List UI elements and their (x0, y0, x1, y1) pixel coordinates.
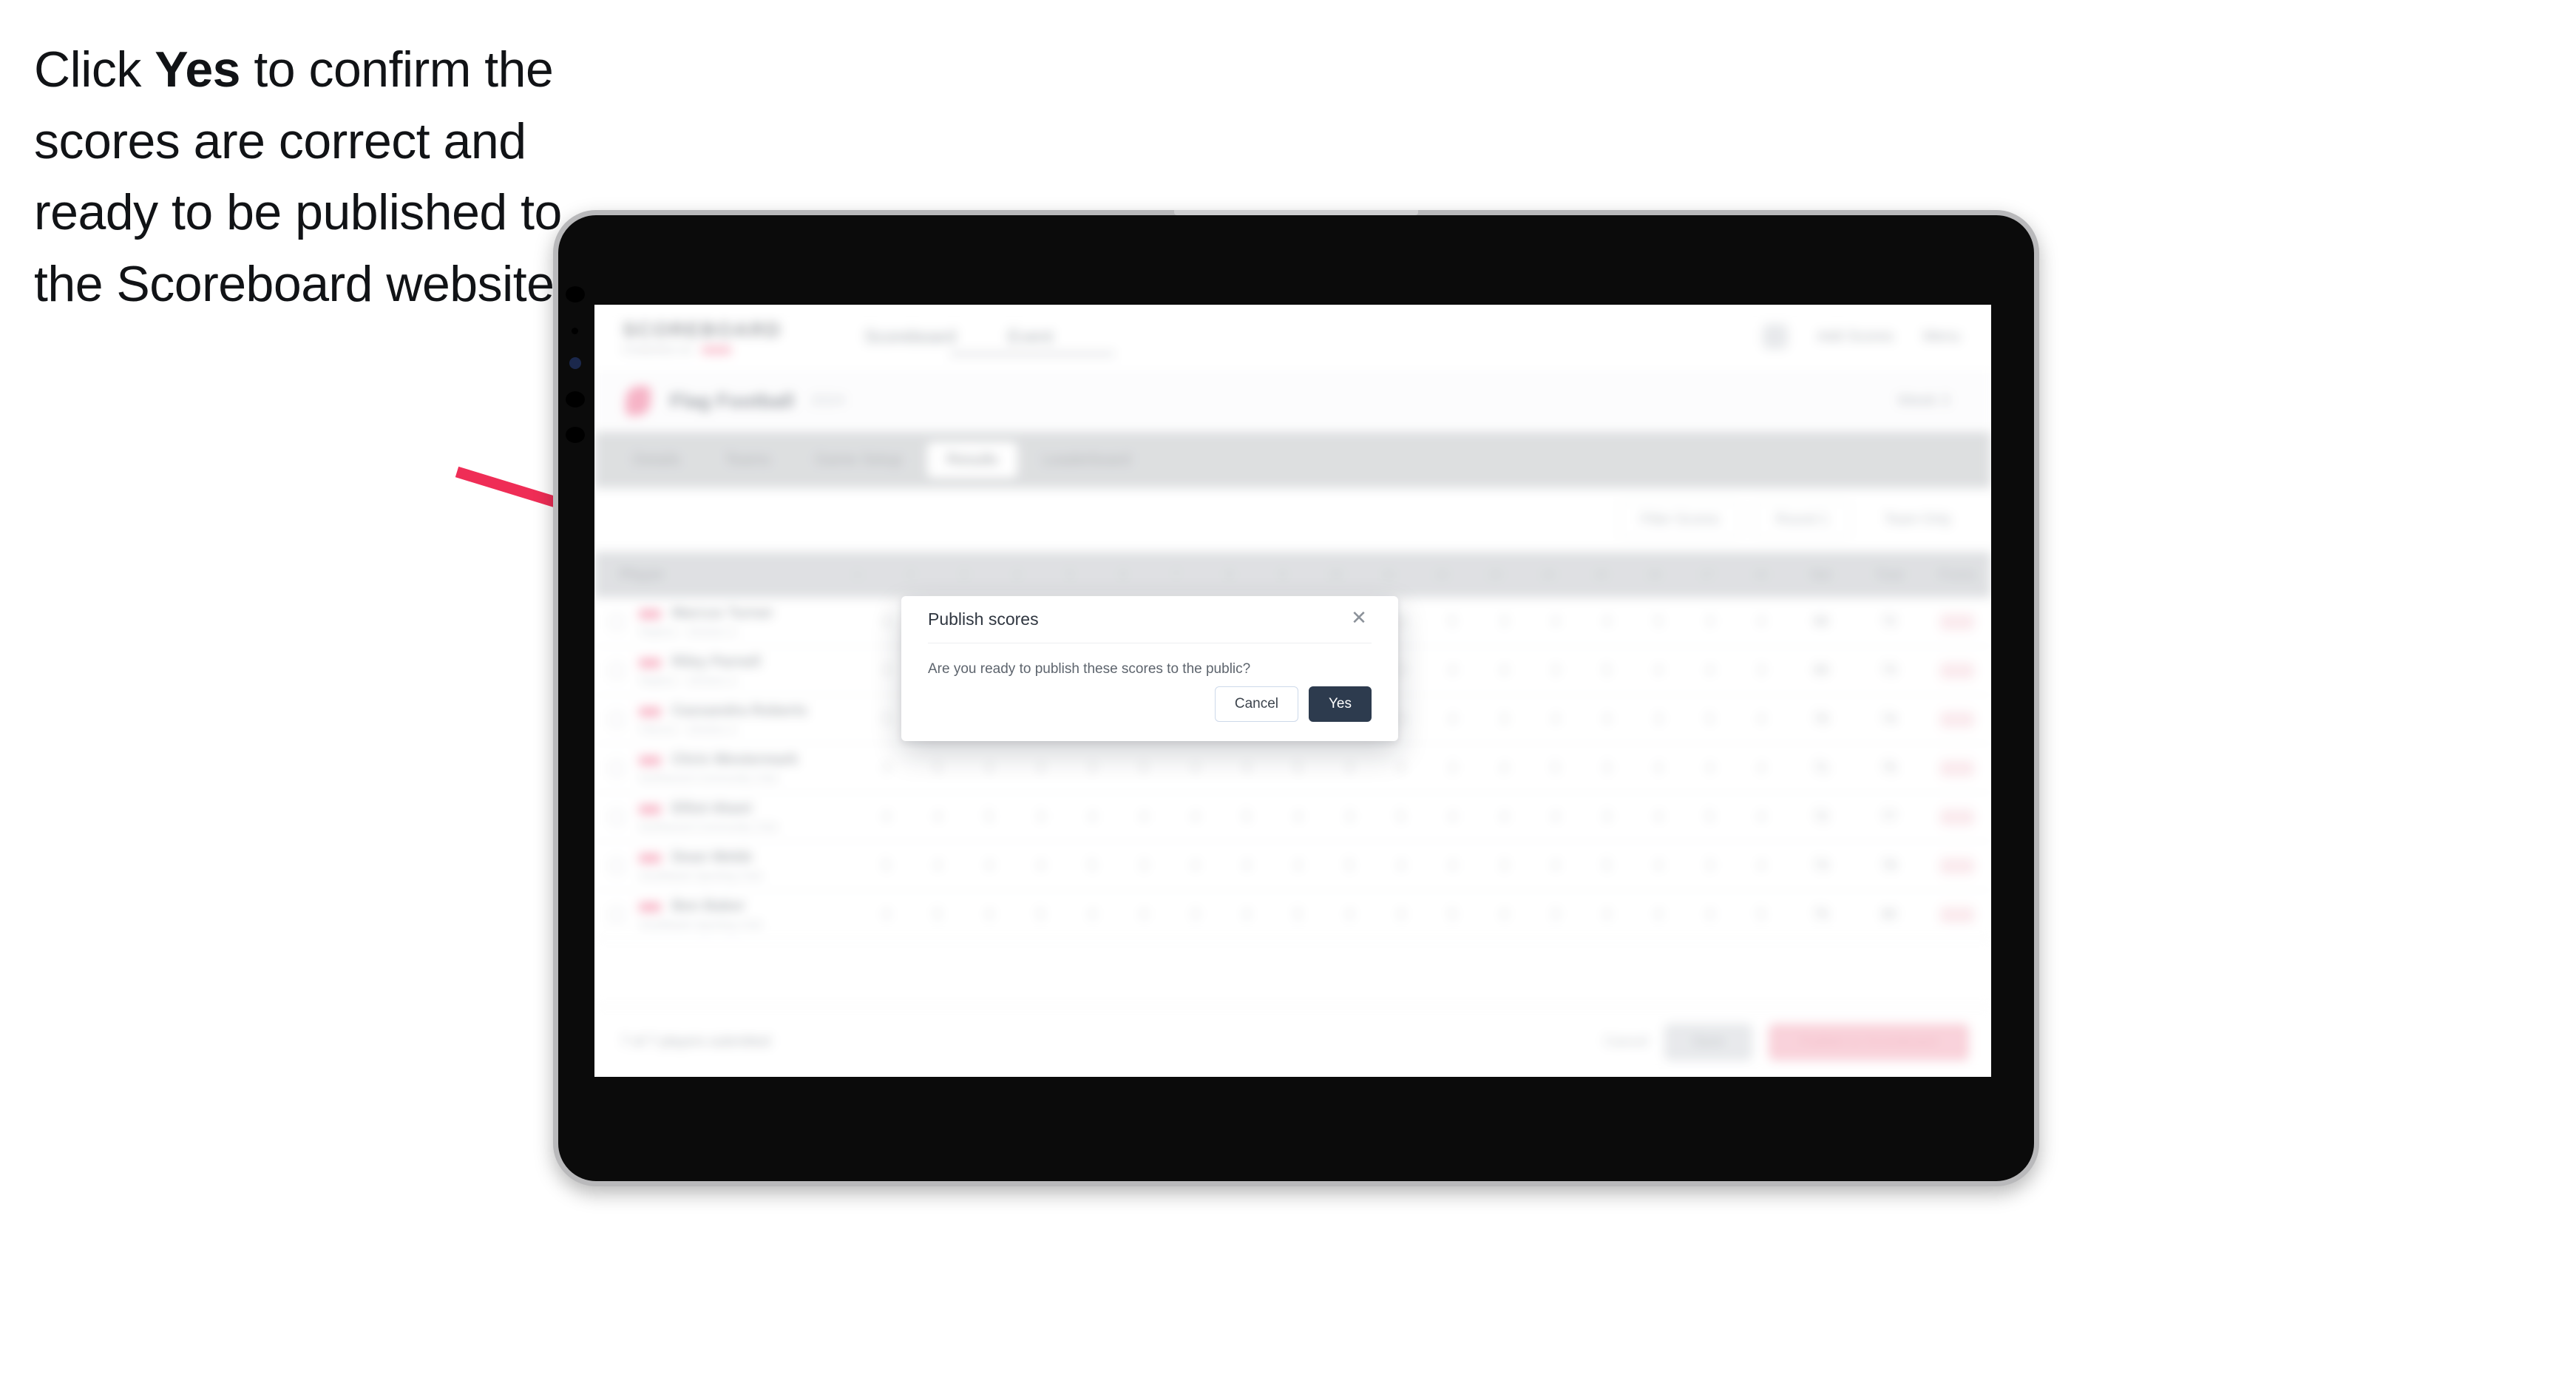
tablet-screen: SCOREBOARD POWERED BY Scoreboard Event A… (594, 305, 1991, 1077)
publish-scores-dialog: Publish scores ✕ Are you ready to publis… (901, 596, 1398, 741)
speaker-icon (566, 391, 585, 408)
dialog-actions: Cancel Yes (1214, 686, 1372, 722)
dialog-header: Publish scores ✕ (928, 596, 1372, 643)
microphone-icon (572, 328, 578, 334)
speaker-icon-2 (566, 427, 585, 443)
dialog-title: Publish scores (928, 609, 1039, 629)
dialog-message: Are you ready to publish these scores to… (928, 661, 1251, 677)
caption-emphasis: Yes (155, 41, 240, 98)
close-icon[interactable]: ✕ (1346, 605, 1372, 630)
sensor-icon (569, 357, 581, 369)
yes-button[interactable]: Yes (1309, 686, 1372, 722)
screenshot-canvas: Click Yes to confirm the scores are corr… (0, 0, 2576, 1386)
caption-text-before: Click (34, 41, 155, 98)
instruction-caption: Click Yes to confirm the scores are corr… (34, 34, 596, 320)
cancel-button[interactable]: Cancel (1214, 686, 1298, 722)
camera-icon (566, 286, 585, 302)
dialog-body: Are you ready to publish these scores to… (928, 643, 1372, 677)
tablet-device: SCOREBOARD POWERED BY Scoreboard Event A… (553, 210, 2039, 1186)
